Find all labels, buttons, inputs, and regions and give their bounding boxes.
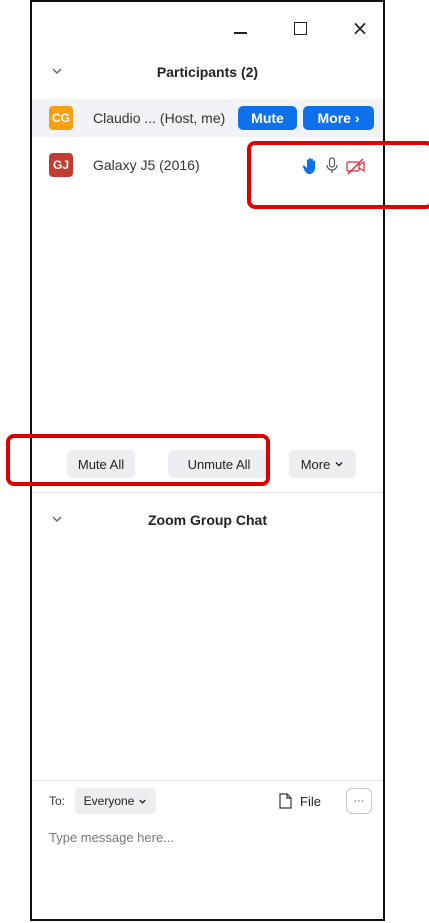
file-button[interactable]: File [279, 788, 321, 814]
annotation-highlight-status-icons [247, 141, 429, 209]
section-divider [32, 492, 383, 493]
recipient-dropdown[interactable]: Everyone [75, 788, 156, 814]
participant-name: Claudio ... (Host, me) [93, 110, 226, 126]
close-button[interactable]: × [348, 16, 372, 40]
maximize-button[interactable] [288, 16, 312, 40]
avatar: GJ [49, 153, 73, 177]
participants-header: Participants (2) [32, 60, 383, 88]
avatar: CG [49, 106, 73, 130]
participant-name: Galaxy J5 (2016) [93, 157, 200, 173]
file-label: File [300, 793, 321, 809]
participants-more-dropdown[interactable]: More [289, 450, 356, 478]
ellipsis-icon: ··· [353, 795, 365, 807]
recipient-label: Everyone [83, 794, 135, 808]
close-icon: × [351, 16, 369, 40]
annotation-highlight-mute-buttons [6, 434, 270, 486]
chat-header: Zoom Group Chat [32, 508, 383, 536]
chat-footer-divider [32, 780, 383, 781]
title-bar: × [32, 2, 383, 50]
minimize-button[interactable] [228, 16, 252, 40]
mute-button[interactable]: Mute [238, 106, 297, 130]
participants-title: Participants (2) [156, 64, 259, 80]
more-dropdown-label: More [300, 456, 331, 472]
more-button[interactable]: More › [303, 106, 374, 130]
file-icon [279, 793, 292, 809]
maximize-icon [293, 21, 307, 35]
more-options-button[interactable]: ··· [346, 788, 372, 814]
chat-message-input[interactable] [49, 826, 369, 848]
minimize-icon [233, 32, 247, 34]
chat-title: Zoom Group Chat [148, 512, 267, 528]
participant-row-host[interactable]: CG Claudio ... (Host, me) Mute More › [32, 99, 383, 137]
chevron-down-icon [139, 799, 147, 804]
to-label: To: [49, 794, 66, 808]
chevron-down-icon [335, 462, 343, 467]
